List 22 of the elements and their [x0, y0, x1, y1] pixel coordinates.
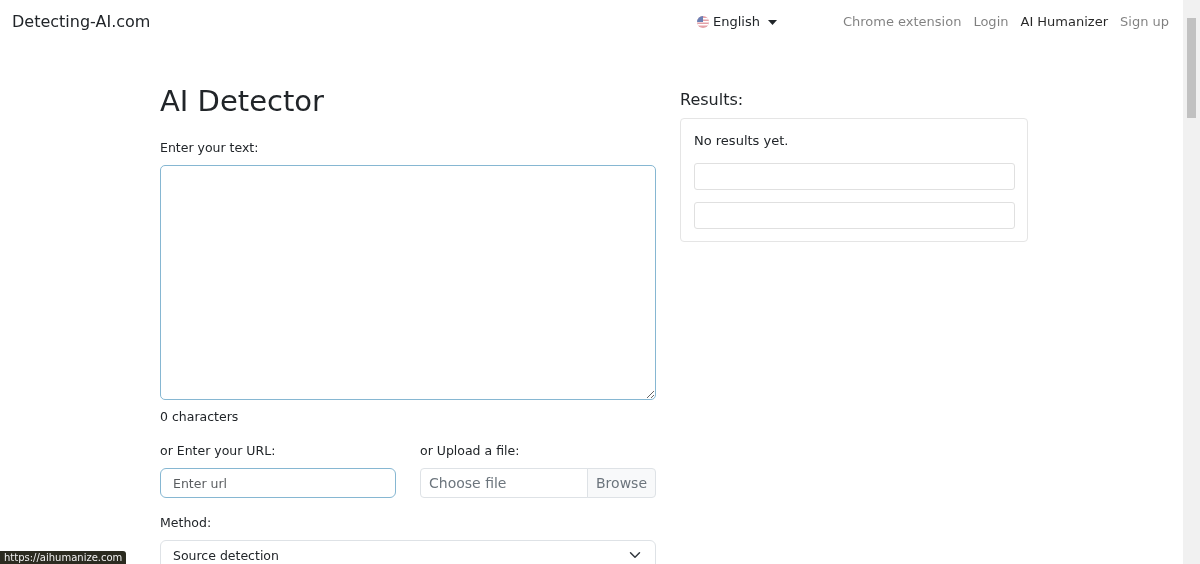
flag-icon	[696, 16, 709, 28]
method-select[interactable]: Source detection	[160, 539, 656, 564]
status-url: https://aihumanize.com	[0, 551, 127, 564]
character-count: 0 characters	[160, 407, 240, 426]
results-heading: Results:	[680, 89, 745, 111]
scrollbar[interactable]	[1183, 0, 1200, 564]
url-field[interactable]: Enter url	[160, 468, 396, 499]
nav-link[interactable]: Login	[973, 12, 1009, 32]
field-label: or Upload a file:	[420, 442, 521, 461]
results-message: No results yet.	[694, 132, 790, 150]
page-title: AI Detector	[160, 84, 325, 119]
field-label: or Enter your URL:	[160, 442, 277, 461]
nav-link[interactable]: Sign up	[1120, 12, 1169, 32]
site-logo[interactable]: Detecting-AI.com	[12, 10, 151, 34]
field-label: Method:	[160, 514, 213, 533]
caret-icon	[767, 19, 777, 25]
language-dropdown[interactable]: English	[696, 12, 777, 32]
nav-link[interactable]: AI Humanizer	[1020, 12, 1108, 32]
nav-link[interactable]: Chrome extension	[842, 12, 962, 32]
field-label: Enter your text:	[160, 138, 260, 157]
browse-button[interactable]: Browse	[587, 468, 656, 499]
text-area[interactable]	[160, 164, 656, 400]
